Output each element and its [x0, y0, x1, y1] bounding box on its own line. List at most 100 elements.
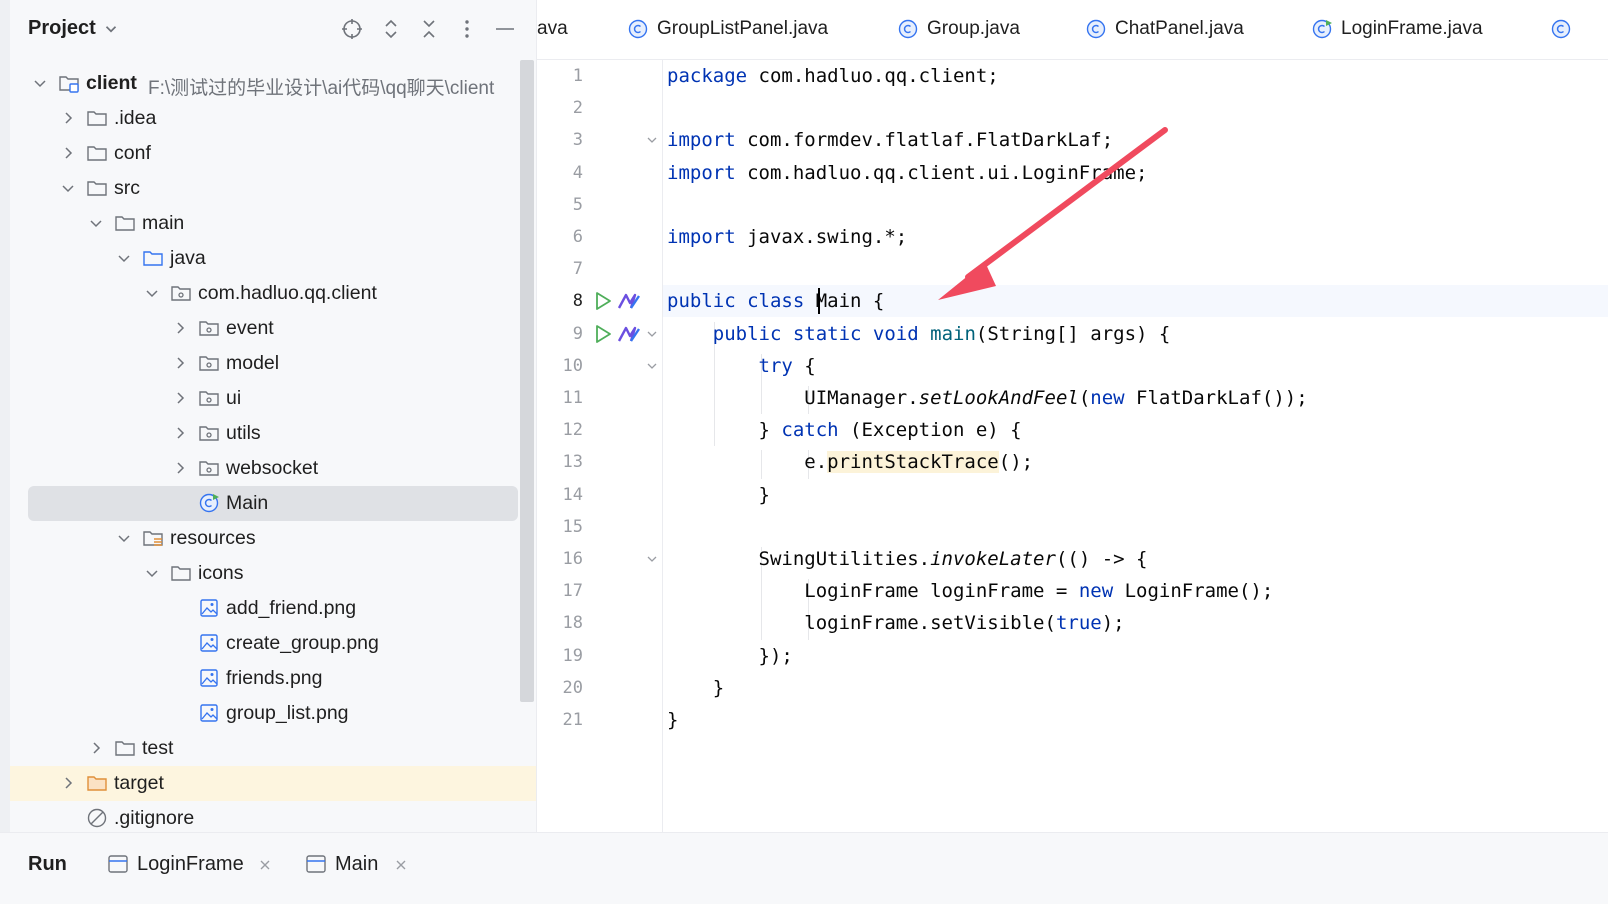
fold-icon[interactable] — [645, 133, 659, 147]
image-file-icon — [200, 669, 218, 687]
editor-tab[interactable]: GroupListPanel.java — [627, 0, 897, 59]
editor-tab-label: GroupListPanel.java — [657, 18, 829, 39]
code-token: javax.swing.*; — [735, 226, 908, 248]
code-token: }); — [667, 644, 793, 667]
tree-item[interactable]: .gitignore — [10, 801, 520, 832]
run-tab-loginframe[interactable]: LoginFrame — [107, 849, 277, 883]
code-line: UIManager.setLookAndFeel(new FlatDarkLaf… — [667, 382, 1307, 414]
tree-item[interactable]: src — [10, 171, 520, 206]
close-icon[interactable] — [257, 857, 273, 873]
editor-tab[interactable]: Group.java — [897, 0, 1085, 59]
code-token: ); — [1101, 612, 1125, 635]
root-path: F:\测试过的毕业设计\ai代码\qq聊天\client — [148, 78, 495, 99]
tree-item[interactable]: target — [10, 766, 536, 801]
run-tool-bar: Run LoginFrame Main — [0, 832, 1608, 904]
tree-item[interactable]: java — [10, 241, 520, 276]
editor-tab[interactable]: ava — [537, 0, 627, 59]
tree-item[interactable]: .idea — [10, 101, 520, 136]
editor-tab[interactable]: LoginFrame.java — [1311, 0, 1550, 59]
tree-item-label: resources — [170, 527, 256, 549]
tree-item-label: main — [142, 212, 185, 234]
tree-item[interactable]: com.hadluo.qq.client — [10, 276, 520, 311]
tree-item[interactable]: add_friend.png — [10, 591, 520, 626]
code-token: (); — [998, 451, 1034, 474]
tree-item[interactable]: create_group.png — [10, 626, 520, 661]
chevron-right-icon[interactable] — [60, 775, 76, 791]
tree-item-label: src — [114, 177, 140, 199]
code-line: }); — [667, 640, 793, 672]
line-number: 7 — [572, 259, 583, 280]
code-area[interactable]: package com.hadluo.qq.client; import com.… — [667, 60, 1607, 832]
ai-icon[interactable] — [617, 324, 643, 344]
tree-item[interactable]: utils — [10, 416, 520, 451]
tree-item-label: ui — [226, 387, 242, 409]
chevron-right-icon[interactable] — [172, 425, 188, 441]
code-line: import com.hadluo.qq.client.ui.LoginFram… — [667, 157, 1147, 189]
code-line: import javax.swing.*; — [667, 221, 907, 253]
tree-item[interactable]: main — [10, 206, 520, 241]
collapse-icon[interactable] — [417, 17, 441, 41]
chevron-down-icon[interactable] — [116, 250, 132, 266]
tree-item[interactable]: test — [10, 731, 520, 766]
folder-icon — [87, 181, 107, 196]
expand-icon[interactable] — [379, 17, 403, 41]
chevron-down-icon[interactable] — [144, 285, 160, 301]
editor-tab-label: ava — [537, 18, 568, 39]
close-icon[interactable] — [393, 857, 409, 873]
line-number: 4 — [572, 162, 583, 183]
code-token: UIManager. — [667, 387, 919, 409]
run-title[interactable]: Run — [28, 853, 67, 876]
editor-tab-label: ChatPanel.java — [1115, 18, 1244, 39]
tree-item[interactable]: friends.png — [10, 661, 520, 696]
fold-icon[interactable] — [645, 552, 659, 566]
chevron-down-icon[interactable] — [60, 180, 76, 196]
fold-icon[interactable] — [645, 359, 659, 373]
crosshair-icon[interactable] — [340, 17, 364, 41]
tree-item-label: .gitignore — [114, 807, 195, 829]
editor-tab[interactable] — [1550, 0, 1608, 59]
run-tab-main[interactable]: Main — [305, 849, 415, 883]
tree-item[interactable]: ui — [10, 381, 520, 416]
chevron-down-icon[interactable] — [102, 20, 120, 38]
package-icon — [199, 461, 219, 476]
tree-item[interactable]: resources — [10, 521, 520, 556]
chevron-right-icon[interactable] — [88, 740, 104, 756]
window-icon — [306, 855, 326, 873]
run-icon[interactable] — [593, 323, 613, 345]
chevron-right-icon[interactable] — [172, 390, 188, 406]
fold-icon[interactable] — [645, 327, 659, 341]
line-number: 2 — [572, 98, 583, 119]
line-number: 3 — [572, 130, 583, 151]
more-icon[interactable] — [455, 17, 479, 41]
chevron-right-icon[interactable] — [172, 355, 188, 371]
chevron-right-icon[interactable] — [60, 145, 76, 161]
code-token: new — [1090, 387, 1125, 409]
minimize-icon[interactable] — [493, 17, 517, 41]
scrollbar[interactable] — [520, 60, 534, 702]
chevron-down-icon[interactable] — [144, 565, 160, 581]
tree-item[interactable]: conf — [10, 136, 520, 171]
chevron-down-icon[interactable] — [88, 215, 104, 231]
tree-item-label: friends.png — [226, 667, 323, 689]
line-number: 13 — [562, 452, 583, 473]
tree-item[interactable]: group_list.png — [10, 696, 520, 731]
chevron-down-icon[interactable] — [32, 75, 48, 91]
chevron-right-icon[interactable] — [172, 320, 188, 336]
project-title[interactable]: Project — [28, 17, 96, 40]
chevron-right-icon[interactable] — [60, 110, 76, 126]
chevron-down-icon[interactable] — [116, 530, 132, 546]
tree-item[interactable]: event — [10, 311, 520, 346]
tree-item-label: model — [226, 352, 280, 374]
tree-item[interactable]: icons — [10, 556, 520, 591]
ai-icon[interactable] — [617, 291, 643, 311]
tree-item[interactable]: model — [10, 346, 520, 381]
tree-item-label: com.hadluo.qq.client — [198, 282, 377, 304]
tree-item[interactable]: Main — [28, 486, 518, 521]
editor-tab[interactable]: ChatPanel.java — [1085, 0, 1311, 59]
tree-item-root[interactable]: client F:\测试过的毕业设计\ai代码\qq聊天\client — [10, 66, 520, 101]
code-token: ( — [1078, 387, 1091, 409]
line-number: 21 — [562, 710, 583, 730]
run-icon[interactable] — [593, 290, 613, 312]
chevron-right-icon[interactable] — [172, 460, 188, 476]
tree-item[interactable]: websocket — [10, 451, 520, 486]
